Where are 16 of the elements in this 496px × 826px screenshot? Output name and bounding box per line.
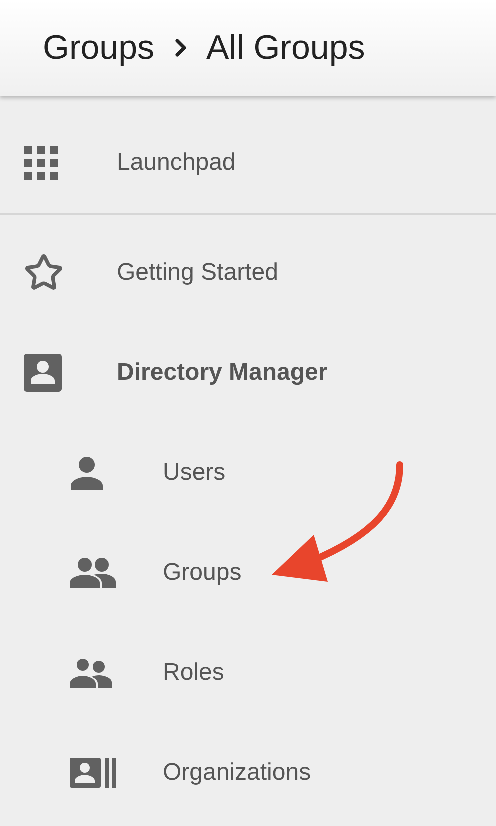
contact-icon [24, 354, 62, 392]
nav-item[interactable]: Getting Started [117, 255, 278, 291]
people-icon [70, 658, 112, 688]
person-icon [70, 456, 104, 490]
nav-item[interactable]: Users [163, 455, 226, 491]
breadcrumb[interactable]: Groups [43, 22, 154, 74]
nav-item[interactable]: Groups [163, 555, 242, 591]
nav-item[interactable]: Organizations [163, 755, 312, 791]
grid-icon [24, 146, 58, 180]
id-card-icon [70, 758, 116, 788]
breadcrumb: All Groups [206, 28, 366, 68]
nav-item[interactable]: Directory Manager [117, 355, 328, 391]
people-icon [70, 558, 116, 588]
star-icon [24, 253, 64, 293]
nav-item[interactable]: Roles [163, 655, 224, 691]
nav-item[interactable]: Launchpad [117, 145, 236, 181]
